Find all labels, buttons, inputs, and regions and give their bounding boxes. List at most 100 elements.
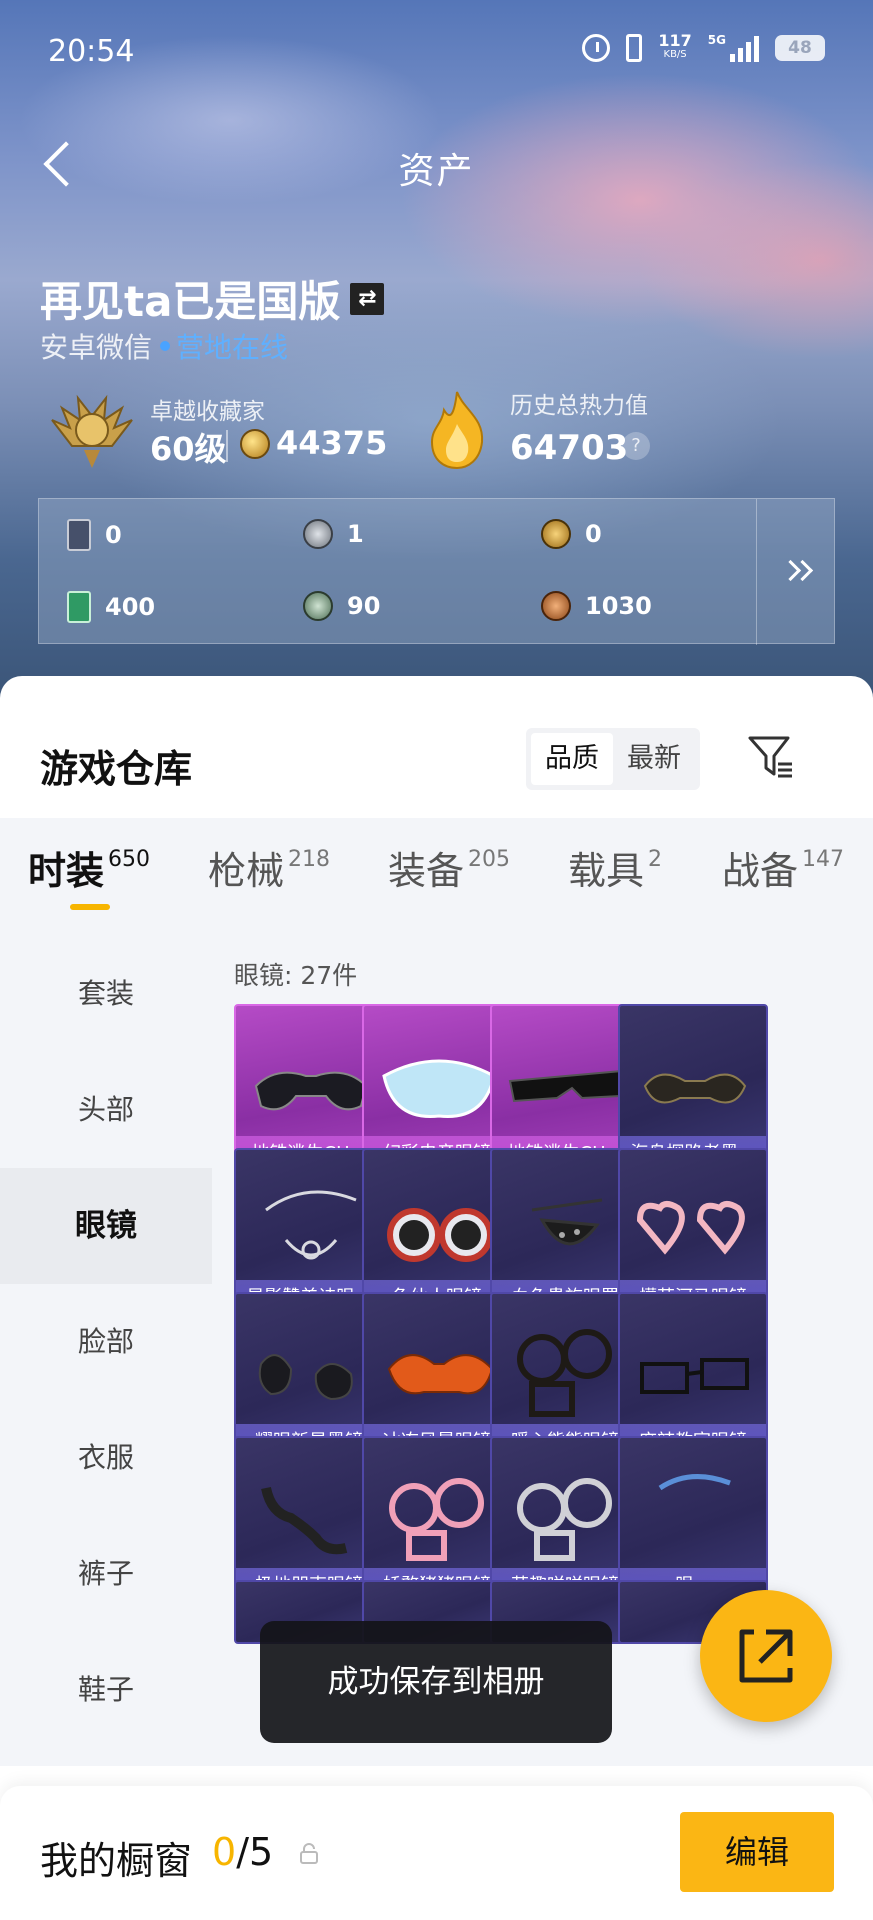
status-time: 20:54: [48, 34, 135, 69]
currency-value: 90: [347, 592, 381, 620]
sidebar-item-outfit[interactable]: 套装: [0, 936, 212, 1052]
online-status: 营地在线: [176, 331, 289, 364]
currency-item: 0: [541, 519, 602, 549]
lock-icon: [300, 1843, 318, 1864]
vibrate-icon: [626, 34, 643, 62]
tab-count: 205: [468, 847, 511, 872]
status-bar: 20:54 117 KB/S 5G 48: [0, 0, 873, 100]
active-tab-indicator: [70, 904, 110, 910]
glasses-icon: [640, 1358, 749, 1394]
glasses-icon: [382, 1059, 496, 1118]
showcase-count: 0/5: [212, 1830, 273, 1874]
glasses-icon: [258, 1354, 353, 1401]
sidebar-item-pants[interactable]: 裤子: [0, 1516, 212, 1632]
user-name-row: 再见ta已是国版 ⇄: [40, 268, 385, 329]
bronze-coin-icon: [541, 591, 571, 621]
share-button[interactable]: [700, 1590, 832, 1722]
warehouse-sheet: 游戏仓库 品质 最新 时装 650 枪械 218 装备 205 载具 2 战备 147 套…: [0, 676, 873, 1920]
glasses-icon: [387, 1354, 494, 1395]
glasses-icon: [643, 1073, 747, 1104]
subcategory-sidebar: 套装 头部 眼镜 脸部 衣服 裤子 鞋子: [0, 936, 212, 1766]
tab-count: 147: [802, 847, 845, 872]
sort-quality-button[interactable]: 品质: [531, 733, 613, 785]
card-green-icon: [67, 591, 91, 623]
glasses-icon: [517, 1329, 612, 1417]
sort-toggle: 品质 最新: [526, 728, 700, 790]
glasses-icon: [508, 1069, 624, 1103]
tab-count: 218: [288, 847, 331, 872]
green-coin-icon: [303, 591, 333, 621]
flame-icon: [430, 391, 484, 470]
tab-equipment[interactable]: 装备 205: [388, 840, 510, 895]
gold-badge-icon: [541, 519, 571, 549]
stats-divider: [226, 430, 228, 462]
sidebar-item-shoes[interactable]: 鞋子: [0, 1632, 212, 1748]
currency-value: 0: [585, 520, 602, 548]
battery-icon: 48: [775, 35, 825, 61]
glasses-icon: [387, 1208, 493, 1262]
currency-value: 1: [347, 520, 364, 548]
edit-button[interactable]: 编辑: [680, 1812, 834, 1892]
page-title: 资产: [398, 151, 475, 192]
glasses-icon: [265, 1190, 357, 1260]
currency-item: 0: [67, 519, 122, 551]
silver-coin-icon: [303, 519, 333, 549]
tab-label: 时装: [28, 849, 105, 893]
status-icons: 117 KB/S 5G 48: [582, 33, 825, 62]
glasses-icon: [261, 1486, 348, 1555]
toast-message: 成功保存到相册: [260, 1621, 612, 1743]
glasses-icon: [517, 1478, 612, 1561]
rank-emblem-icon: [51, 394, 133, 468]
battery-level: 48: [788, 38, 812, 58]
sidebar-item-head[interactable]: 头部: [0, 1052, 212, 1168]
tab-fashion[interactable]: 时装 650: [28, 840, 150, 895]
rank-title: 卓越收藏家: [150, 399, 265, 425]
card-dark-icon: [67, 519, 91, 551]
tab-weapons[interactable]: 枪械 218: [208, 840, 330, 895]
sidebar-item-clothes[interactable]: 衣服: [0, 1400, 212, 1516]
alarm-icon: [582, 34, 611, 62]
tab-label: 载具: [568, 849, 645, 893]
coin-icon: [240, 429, 270, 459]
net-speed: 117 KB/S: [658, 33, 691, 62]
glasses-icon: [254, 1071, 368, 1111]
currency-item: 1030: [541, 591, 652, 621]
section-header: 眼镜: 27件: [234, 961, 358, 990]
sidebar-item-glasses[interactable]: 眼镜: [0, 1168, 212, 1284]
category-tabs: 时装 650 枪械 218 装备 205 载具 2 战备 147: [0, 818, 873, 936]
currency-panel[interactable]: 0 1 0 400 90 1030: [38, 498, 835, 645]
currency-value: 1030: [585, 592, 652, 620]
rank-level: 60级: [150, 430, 227, 468]
currency-item: 400: [67, 591, 155, 623]
currency-value: 0: [105, 521, 122, 549]
user-platform: 安卓微信: [40, 331, 153, 364]
glasses-icon: [531, 1198, 603, 1246]
showcase-label: 我的橱窗: [40, 1839, 193, 1883]
tab-supplies[interactable]: 战备 147: [722, 840, 844, 895]
filter-icon[interactable]: [746, 732, 796, 782]
tab-vehicles[interactable]: 载具 2: [568, 840, 662, 895]
tab-count: 2: [648, 847, 663, 872]
showcase-total: /5: [236, 1830, 274, 1874]
heat-value: 64703: [510, 428, 629, 468]
net-speed-unit: KB/S: [663, 49, 687, 60]
glasses-icon: [658, 1474, 731, 1491]
network-type: 5G: [707, 33, 726, 47]
sidebar-item-face[interactable]: 脸部: [0, 1284, 212, 1400]
more-currencies-chevron-icon[interactable]: [756, 499, 834, 645]
glasses-icon: [389, 1478, 484, 1561]
coin-value: 44375: [276, 424, 388, 462]
user-name: 再见ta已是国版: [40, 277, 341, 326]
heat-label: 历史总热力值: [510, 393, 648, 419]
showcase-bar: 我的橱窗 0/5 编辑: [0, 1786, 873, 1920]
currency-value: 400: [105, 593, 156, 621]
help-icon[interactable]: ?: [622, 432, 650, 460]
currency-item: 1: [303, 519, 364, 549]
switch-account-icon[interactable]: ⇄: [350, 282, 385, 315]
signal-icon: [730, 34, 759, 62]
user-platform-row: 安卓微信 营地在线: [40, 326, 288, 366]
tab-label: 战备: [722, 849, 799, 893]
tab-label: 枪械: [208, 849, 285, 893]
currency-item: 90: [303, 591, 380, 621]
sort-newest-button[interactable]: 最新: [613, 733, 695, 785]
